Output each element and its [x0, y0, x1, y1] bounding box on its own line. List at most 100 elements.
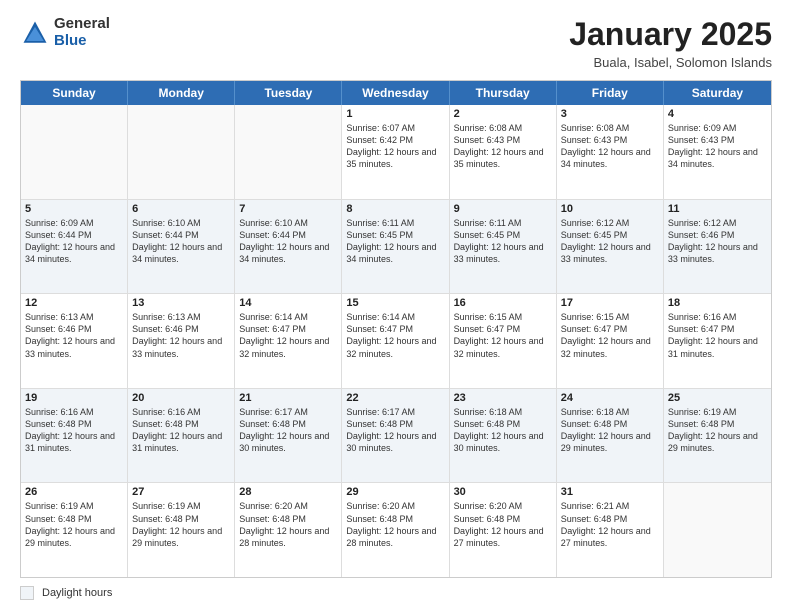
day-number: 16	[454, 297, 552, 309]
logo-blue: Blue	[54, 33, 110, 50]
day-info: Sunrise: 6:19 AM Sunset: 6:48 PM Dayligh…	[25, 500, 123, 549]
day-cell-9: 9Sunrise: 6:11 AM Sunset: 6:45 PM Daylig…	[450, 200, 557, 294]
day-cell-27: 27 Sunrise: 6:19 AM Sunset: 6:48 PM Dayli…	[128, 483, 235, 577]
day-number: 17	[561, 297, 659, 309]
day-number: 18	[668, 297, 767, 309]
header-cell-tuesday: Tuesday	[235, 81, 342, 105]
day-info: Sunrise: 6:19 AM Sunset: 6:48 PM Dayligh…	[132, 500, 230, 549]
day-number: 13	[132, 297, 230, 309]
day-number: 7	[239, 203, 337, 215]
day-number: 11	[668, 203, 767, 215]
day-cell-14: 14 Sunrise: 6:14 AM Sunset: 6:47 PM Dayli…	[235, 294, 342, 388]
day-number: 26	[25, 486, 123, 498]
day-info: Sunrise: 6:17 AM Sunset: 6:48 PM Dayligh…	[239, 406, 337, 455]
day-number: 27	[132, 486, 230, 498]
day-number: 30	[454, 486, 552, 498]
empty-cell	[21, 105, 128, 199]
logo: General Blue	[20, 16, 110, 49]
page: General Blue January 2025 Buala, Isabel,…	[0, 0, 792, 612]
day-number: 6	[132, 203, 230, 215]
day-number: 15	[346, 297, 444, 309]
day-info: Sunrise: 6:11 AM Sunset: 6:45 PM Dayligh…	[454, 217, 552, 266]
header-cell-friday: Friday	[557, 81, 664, 105]
header: General Blue January 2025 Buala, Isabel,…	[20, 16, 772, 70]
day-cell-12: 12Sunrise: 6:13 AM Sunset: 6:46 PM Dayli…	[21, 294, 128, 388]
day-number: 28	[239, 486, 337, 498]
day-info: Sunrise: 6:08 AM Sunset: 6:43 PM Dayligh…	[454, 122, 552, 171]
day-cell-5: 5 Sunrise: 6:09 AM Sunset: 6:44 PM Daylig…	[21, 200, 128, 294]
day-info: Sunrise: 6:13 AM Sunset: 6:46 PM Dayligh…	[132, 311, 230, 360]
calendar: SundayMondayTuesdayWednesdayThursdayFrid…	[20, 80, 772, 578]
day-number: 10	[561, 203, 659, 215]
day-cell-10: 10 Sunrise: 6:12 AM Sunset: 6:45 PM Dayli…	[557, 200, 664, 294]
subtitle: Buala, Isabel, Solomon Islands	[569, 55, 772, 70]
day-info: Sunrise: 6:13 AM Sunset: 6:46 PM Dayligh…	[25, 311, 123, 360]
day-cell-20: 20 Sunrise: 6:16 AM Sunset: 6:48 PM Dayli…	[128, 389, 235, 483]
title-block: January 2025 Buala, Isabel, Solomon Isla…	[569, 16, 772, 70]
day-cell-23: 23Sunrise: 6:18 AM Sunset: 6:48 PM Dayli…	[450, 389, 557, 483]
day-cell-29: 29 Sunrise: 6:20 AM Sunset: 6:48 PM Dayli…	[342, 483, 449, 577]
day-cell-30: 30 Sunrise: 6:20 AM Sunset: 6:48 PM Dayli…	[450, 483, 557, 577]
day-cell-21: 21Sunrise: 6:17 AM Sunset: 6:48 PM Dayli…	[235, 389, 342, 483]
day-number: 29	[346, 486, 444, 498]
day-number: 20	[132, 392, 230, 404]
day-number: 1	[346, 108, 444, 120]
calendar-header: SundayMondayTuesdayWednesdayThursdayFrid…	[21, 81, 771, 105]
calendar-body: 1Sunrise: 6:07 AM Sunset: 6:42 PM Daylig…	[21, 105, 771, 577]
day-cell-18: 18 Sunrise: 6:16 AM Sunset: 6:47 PM Dayli…	[664, 294, 771, 388]
day-cell-2: 2Sunrise: 6:08 AM Sunset: 6:43 PM Daylig…	[450, 105, 557, 199]
calendar-row: 19 Sunrise: 6:16 AM Sunset: 6:48 PM Dayli…	[21, 388, 771, 483]
day-number: 3	[561, 108, 659, 120]
header-cell-thursday: Thursday	[450, 81, 557, 105]
empty-cell	[235, 105, 342, 199]
empty-cell	[664, 483, 771, 577]
day-info: Sunrise: 6:19 AM Sunset: 6:48 PM Dayligh…	[668, 406, 767, 455]
legend: Daylight hours	[20, 586, 772, 600]
day-info: Sunrise: 6:14 AM Sunset: 6:47 PM Dayligh…	[346, 311, 444, 360]
day-info: Sunrise: 6:16 AM Sunset: 6:48 PM Dayligh…	[132, 406, 230, 455]
day-info: Sunrise: 6:20 AM Sunset: 6:48 PM Dayligh…	[454, 500, 552, 549]
calendar-row: 5 Sunrise: 6:09 AM Sunset: 6:44 PM Daylig…	[21, 199, 771, 294]
day-cell-19: 19 Sunrise: 6:16 AM Sunset: 6:48 PM Dayli…	[21, 389, 128, 483]
day-number: 14	[239, 297, 337, 309]
day-cell-17: 17 Sunrise: 6:15 AM Sunset: 6:47 PM Dayli…	[557, 294, 664, 388]
day-cell-16: 16 Sunrise: 6:15 AM Sunset: 6:47 PM Dayli…	[450, 294, 557, 388]
day-cell-11: 11 Sunrise: 6:12 AM Sunset: 6:46 PM Dayli…	[664, 200, 771, 294]
day-info: Sunrise: 6:21 AM Sunset: 6:48 PM Dayligh…	[561, 500, 659, 549]
day-number: 24	[561, 392, 659, 404]
day-cell-8: 8Sunrise: 6:11 AM Sunset: 6:45 PM Daylig…	[342, 200, 449, 294]
day-cell-6: 6Sunrise: 6:10 AM Sunset: 6:44 PM Daylig…	[128, 200, 235, 294]
day-info: Sunrise: 6:12 AM Sunset: 6:45 PM Dayligh…	[561, 217, 659, 266]
day-number: 4	[668, 108, 767, 120]
day-cell-13: 13 Sunrise: 6:13 AM Sunset: 6:46 PM Dayli…	[128, 294, 235, 388]
day-info: Sunrise: 6:16 AM Sunset: 6:47 PM Dayligh…	[668, 311, 767, 360]
day-info: Sunrise: 6:16 AM Sunset: 6:48 PM Dayligh…	[25, 406, 123, 455]
day-cell-24: 24Sunrise: 6:18 AM Sunset: 6:48 PM Dayli…	[557, 389, 664, 483]
day-cell-7: 7Sunrise: 6:10 AM Sunset: 6:44 PM Daylig…	[235, 200, 342, 294]
day-info: Sunrise: 6:15 AM Sunset: 6:47 PM Dayligh…	[454, 311, 552, 360]
header-cell-saturday: Saturday	[664, 81, 771, 105]
day-cell-22: 22Sunrise: 6:17 AM Sunset: 6:48 PM Dayli…	[342, 389, 449, 483]
day-cell-31: 31 Sunrise: 6:21 AM Sunset: 6:48 PM Dayli…	[557, 483, 664, 577]
day-info: Sunrise: 6:12 AM Sunset: 6:46 PM Dayligh…	[668, 217, 767, 266]
day-info: Sunrise: 6:18 AM Sunset: 6:48 PM Dayligh…	[454, 406, 552, 455]
day-number: 8	[346, 203, 444, 215]
day-info: Sunrise: 6:20 AM Sunset: 6:48 PM Dayligh…	[346, 500, 444, 549]
logo-icon	[20, 18, 50, 48]
header-cell-monday: Monday	[128, 81, 235, 105]
day-cell-15: 15 Sunrise: 6:14 AM Sunset: 6:47 PM Dayli…	[342, 294, 449, 388]
day-info: Sunrise: 6:08 AM Sunset: 6:43 PM Dayligh…	[561, 122, 659, 171]
day-info: Sunrise: 6:14 AM Sunset: 6:47 PM Dayligh…	[239, 311, 337, 360]
day-info: Sunrise: 6:09 AM Sunset: 6:43 PM Dayligh…	[668, 122, 767, 171]
page-title: January 2025	[569, 16, 772, 53]
legend-box	[20, 586, 34, 600]
empty-cell	[128, 105, 235, 199]
day-number: 31	[561, 486, 659, 498]
day-cell-3: 3 Sunrise: 6:08 AM Sunset: 6:43 PM Daylig…	[557, 105, 664, 199]
day-number: 19	[25, 392, 123, 404]
day-cell-25: 25Sunrise: 6:19 AM Sunset: 6:48 PM Dayli…	[664, 389, 771, 483]
day-cell-28: 28Sunrise: 6:20 AM Sunset: 6:48 PM Dayli…	[235, 483, 342, 577]
day-info: Sunrise: 6:15 AM Sunset: 6:47 PM Dayligh…	[561, 311, 659, 360]
day-number: 5	[25, 203, 123, 215]
day-info: Sunrise: 6:09 AM Sunset: 6:44 PM Dayligh…	[25, 217, 123, 266]
